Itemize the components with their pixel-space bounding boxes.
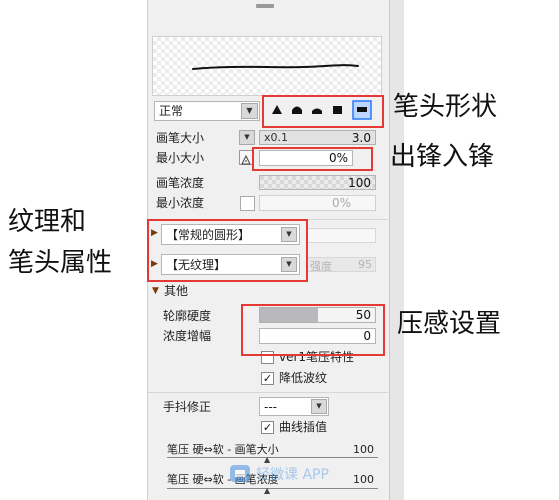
curve-interpolation-label: 曲线插值 [279,420,328,434]
chevron-down-icon[interactable]: ▼ [311,399,327,414]
tip-shape-strength-bar[interactable] [306,228,376,243]
brush-size-label: 画笔大小 [156,131,205,145]
section-divider [148,392,388,393]
collapse-arrow-icon[interactable]: ▼ [152,286,159,296]
brush-size-slider[interactable]: x0.1 3.0 [259,130,376,145]
chevron-down-icon: ▼ [244,133,250,141]
tip-shape-annotation: 笔头形状 [393,92,498,122]
min-density-label: 最小浓度 [156,196,205,210]
other-section-title[interactable]: 其他 [164,284,188,298]
min-density-field[interactable]: 0% [259,195,376,211]
texture-strength-value: 95 [358,258,372,271]
pressure-density-slider[interactable] [167,488,378,494]
blend-mode-select[interactable]: 正常 ▼ [154,101,260,121]
curve-interpolation-checkbox[interactable]: ✓ [261,421,274,434]
watermark-logo: 轻微课 APP [228,462,378,488]
brush-stroke-preview [152,36,382,96]
min-density-toggle[interactable] [240,196,255,211]
checkmark-icon: ✓ [262,421,273,434]
pressure-size-label: 笔压 硬⇔软 - 画笔大小 [167,443,279,456]
pressure-annotation: 压感设置 [397,309,502,339]
texture-highlight [147,219,308,282]
density-amplitude-label: 浓度增幅 [163,329,212,343]
edge-hardness-label: 轮廓硬度 [163,309,212,323]
brush-size-scale: x0.1 [264,131,289,144]
reduce-ripple-label: 降低波纹 [279,371,328,385]
tip-shape-highlight [262,95,384,128]
panel-grip[interactable] [256,4,274,8]
chevron-down-icon[interactable]: ▼ [241,103,258,119]
brush-density-label: 画笔浓度 [156,176,205,190]
pressure-size-value: 100 [353,443,374,456]
brush-density-slider[interactable]: 100 [259,175,376,190]
taper-annotation: 出锋入锋 [390,142,495,172]
texture-annotation-line2: 笔头属性 [8,248,113,278]
stabilizer-value: --- [264,400,277,414]
stabilizer-label: 手抖修正 [163,400,212,414]
texture-strength-slider[interactable]: 强度 95 [306,257,376,273]
watermark-text: 轻微课 APP [256,467,329,483]
min-size-label: 最小大小 [156,151,205,165]
min-density-value: 0% [331,196,351,210]
brush-density-value: 100 [348,176,371,190]
stroke-preview-icon [192,64,359,70]
reduce-ripple-checkbox[interactable]: ✓ [261,372,274,385]
stabilizer-select[interactable]: --- ▼ [259,397,329,416]
brush-size-dropdown[interactable]: ▼ [239,130,255,145]
pressure-highlight [241,304,385,356]
checkmark-icon: ✓ [262,372,273,385]
brush-size-value: 3.0 [351,131,371,145]
texture-annotation-line1: 纹理和 [8,207,87,237]
taper-highlight [252,147,373,171]
panel-scrollbar[interactable] [389,0,404,500]
blend-mode-value: 正常 [159,104,184,118]
texture-strength-label: 强度 [310,260,332,273]
